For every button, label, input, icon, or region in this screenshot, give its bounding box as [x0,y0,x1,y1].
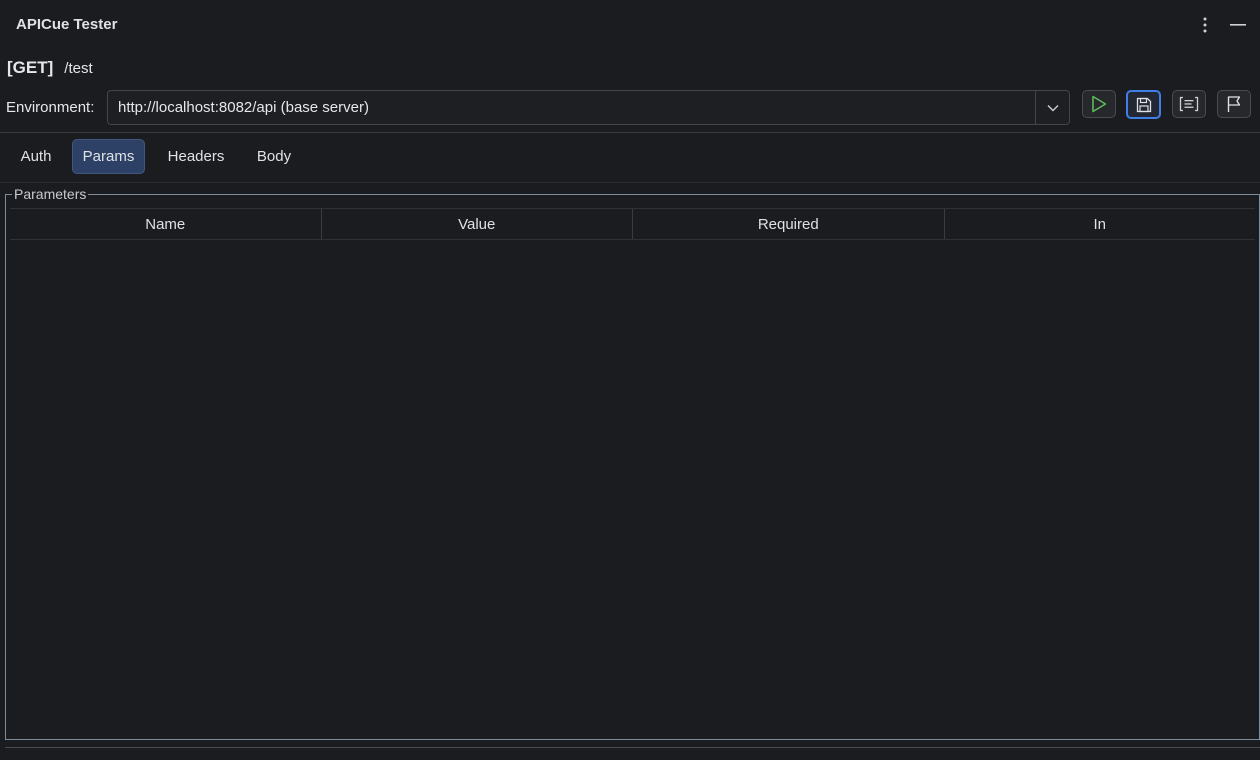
column-header-in[interactable]: In [945,209,1256,239]
minimize-icon[interactable] [1226,13,1250,37]
tab-headers[interactable]: Headers [156,139,236,174]
flag-button[interactable] [1217,90,1251,118]
request-tabs: Auth Params Headers Body [0,139,1260,174]
endpoint-path: /test [64,59,93,77]
code-format-icon [1179,96,1199,112]
environment-selected-value: http://localhost:8082/api (base server) [118,99,369,116]
title-bar: APICue Tester [0,0,1260,50]
flag-icon [1227,96,1241,112]
bottom-divider [5,747,1260,748]
parameters-group: Parameters Name Value Required In [5,186,1260,740]
chevron-down-icon[interactable] [1035,91,1069,124]
tab-params[interactable]: Params [72,139,145,174]
column-header-required[interactable]: Required [633,209,945,239]
environment-label: Environment: [6,99,95,116]
window-title: APICue Tester [16,16,118,33]
floppy-save-icon [1136,97,1151,112]
vertical-ellipsis-icon[interactable] [1193,13,1217,37]
parameters-table-header: Name Value Required In [10,208,1255,240]
tabs-divider [0,182,1260,183]
parameters-legend: Parameters [12,186,89,202]
play-icon [1092,95,1107,113]
parameters-table[interactable]: Name Value Required In [10,208,1255,240]
format-button[interactable] [1172,90,1206,118]
http-method-label: [GET] [7,58,54,77]
column-header-value[interactable]: Value [322,209,633,239]
tab-body[interactable]: Body [245,139,303,174]
endpoint-line: [GET] /test [7,57,93,79]
environment-select[interactable]: http://localhost:8082/api (base server) [107,90,1070,125]
run-request-button[interactable] [1082,90,1116,118]
header-divider [0,132,1260,133]
tab-auth[interactable]: Auth [10,139,62,174]
column-header-name[interactable]: Name [10,209,322,239]
save-request-button[interactable] [1126,90,1161,119]
apicue-tester-window: APICue Tester [GET] /test Environment: h… [0,0,1260,760]
